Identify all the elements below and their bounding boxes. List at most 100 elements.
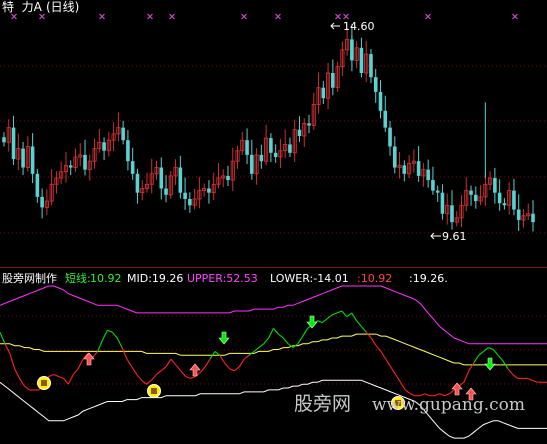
candle [230,147,235,192]
short-line-segment [317,320,323,324]
upper-value: UPPER:52.53 [187,272,258,285]
short-line-segment [263,337,270,345]
candle-body [30,146,35,174]
candle [240,131,245,155]
candle-body [188,199,192,206]
candle-body [512,190,516,210]
short-line-segment [532,379,538,383]
short-line-segment [302,328,309,337]
candle-body [497,192,502,204]
candle [250,139,254,180]
candle [469,185,473,206]
candle-body [121,127,125,141]
candle-body [83,154,87,170]
candle [126,130,130,171]
short-line-segment [4,343,11,354]
candle-body [321,87,326,99]
candle [183,177,187,210]
short-line-segment [190,375,196,379]
candle [397,151,402,179]
short-line-segment [72,368,79,375]
candle-body [273,152,278,157]
candlestick-series[interactable] [2,24,535,232]
candle [411,149,416,173]
short-line-segment [331,312,338,316]
short-line-segment [238,358,245,368]
indicator-panel[interactable] [0,285,547,439]
candle-body [226,175,230,181]
candle [226,165,230,186]
candle-body [130,161,135,174]
candle [21,141,25,176]
candle-body [388,127,392,147]
candle-body [369,54,373,78]
candle-body [297,129,302,136]
candle [173,159,178,186]
candle [392,136,397,174]
short-line-segment [321,318,328,324]
candle [497,179,502,211]
candle [111,122,116,152]
short-line-segment [468,362,475,371]
short-line-segment [360,326,367,333]
candle-body [416,161,421,176]
short-line-segment [400,381,406,391]
short-line-segment [390,366,397,375]
short-line-segment [175,364,182,372]
candle [269,133,273,163]
short-line-segment [102,330,108,341]
candle [311,92,316,130]
stock-name[interactable]: 特 力A [2,1,42,14]
short-line-segment [380,351,387,360]
candle-body [2,137,6,143]
stock-chart[interactable] [0,0,547,444]
candle [63,151,69,183]
short-line-segment [527,377,533,381]
short-line-label: 短线: [65,272,91,285]
short-line-segment [326,314,333,320]
candle [478,185,483,206]
up-arrow-marker [83,352,95,366]
candle [44,189,49,215]
candle [502,198,507,210]
short-line-segment [24,385,30,391]
candle [321,80,326,105]
candle [273,144,278,163]
candle [278,138,283,168]
candle [359,37,364,78]
x-mark [335,13,341,20]
candle-body [250,154,254,174]
short-line-segment [253,347,260,352]
x-mark [275,13,281,20]
candle-body [402,165,407,174]
source-label: 股旁网制作 [2,272,57,285]
short-line-segment [155,370,162,375]
candle [507,182,512,215]
short-line-segment [150,374,157,381]
candle [178,155,183,199]
x-mark [512,13,518,20]
short-line-segment [58,375,64,379]
candle [331,59,335,96]
candle [259,144,264,169]
candle-body [426,169,430,181]
candle [11,115,16,165]
candle [106,131,111,157]
short-line-segment [478,351,484,356]
short-line-segment [336,310,343,314]
candle [440,184,445,220]
candle [407,154,412,178]
candle [154,160,159,180]
candle [512,178,516,216]
candle [83,139,87,176]
candle [40,188,44,219]
short-line-segment [224,362,230,370]
candle-body [359,47,364,73]
period-label[interactable]: (日线) [46,1,79,14]
candle [402,160,407,182]
short-line-segment [121,347,128,360]
short-line-segment [219,355,226,364]
peak-annotation [330,22,340,30]
candle-body [135,173,140,193]
short-line-segment [180,370,187,377]
